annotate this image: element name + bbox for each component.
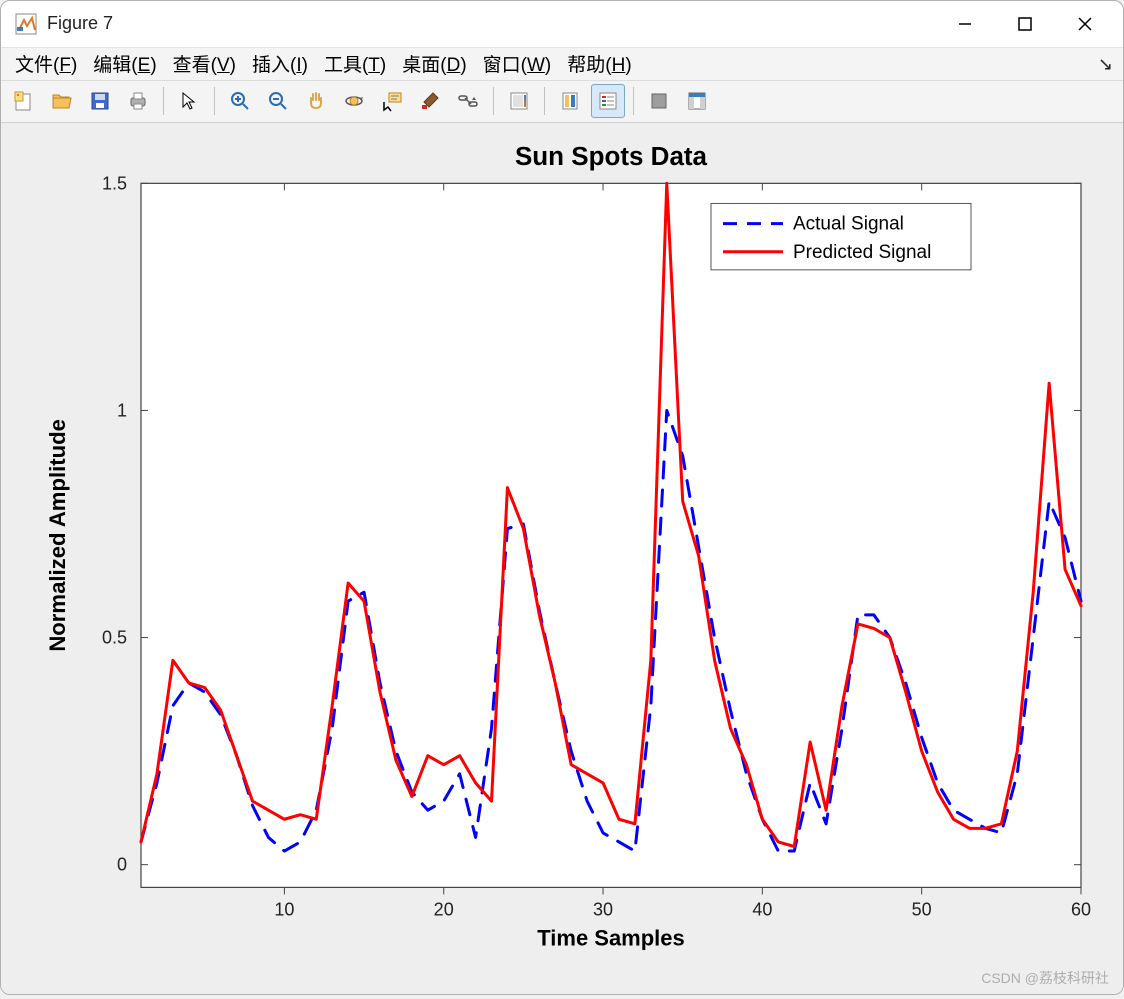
print-icon[interactable] bbox=[121, 84, 155, 118]
svg-text:60: 60 bbox=[1071, 900, 1091, 920]
menu-window[interactable]: 窗口(W) bbox=[475, 47, 560, 80]
svg-text:0.5: 0.5 bbox=[102, 628, 127, 648]
chart: Sun Spots Data 10 20 30 40 50 60 0 0.5 1 1.5 Time S… bbox=[1, 123, 1123, 994]
dock-arrow-icon[interactable]: ↘ bbox=[1098, 54, 1113, 75]
toolbar-separator bbox=[544, 87, 545, 115]
close-button[interactable] bbox=[1055, 2, 1115, 46]
toolbar-separator bbox=[633, 87, 634, 115]
menu-tools[interactable]: 工具(T) bbox=[316, 47, 394, 80]
pan-icon[interactable] bbox=[299, 84, 333, 118]
svg-text:Time Samples: Time Samples bbox=[537, 926, 684, 951]
menu-file[interactable]: 文件(F) bbox=[7, 47, 85, 80]
svg-text:50: 50 bbox=[912, 900, 932, 920]
svg-text:0: 0 bbox=[117, 855, 127, 875]
pointer-icon[interactable] bbox=[172, 84, 206, 118]
menu-desktop[interactable]: 桌面(D) bbox=[394, 47, 474, 80]
svg-text:40: 40 bbox=[752, 900, 772, 920]
insert-legend-icon[interactable] bbox=[591, 84, 625, 118]
save-icon[interactable] bbox=[83, 84, 117, 118]
menu-edit[interactable]: 编辑(E) bbox=[85, 47, 164, 80]
colorbar-icon[interactable] bbox=[502, 84, 536, 118]
titlebar: Figure 7 bbox=[1, 1, 1123, 47]
insert-colorbar-icon[interactable] bbox=[553, 84, 587, 118]
link-icon[interactable] bbox=[451, 84, 485, 118]
svg-text:Predicted Signal: Predicted Signal bbox=[793, 242, 931, 263]
minimize-button[interactable] bbox=[935, 2, 995, 46]
rotate3d-icon[interactable] bbox=[337, 84, 371, 118]
menu-insert[interactable]: 插入(I) bbox=[244, 47, 316, 80]
svg-text:1: 1 bbox=[117, 400, 127, 420]
toolbar-separator bbox=[163, 87, 164, 115]
menu-view[interactable]: 查看(V) bbox=[165, 47, 244, 80]
menu-help[interactable]: 帮助(H) bbox=[559, 47, 639, 80]
toolbar-separator bbox=[214, 87, 215, 115]
svg-text:Actual Signal: Actual Signal bbox=[793, 214, 904, 235]
show-plot-tools-icon[interactable] bbox=[680, 84, 714, 118]
matlab-icon bbox=[15, 13, 37, 35]
zoom-out-icon[interactable] bbox=[261, 84, 295, 118]
hide-plot-tools-icon[interactable] bbox=[642, 84, 676, 118]
toolbar bbox=[1, 81, 1123, 123]
new-figure-icon[interactable] bbox=[7, 84, 41, 118]
svg-text:30: 30 bbox=[593, 900, 613, 920]
menubar: 文件(F) 编辑(E) 查看(V) 插入(I) 工具(T) 桌面(D) 窗口(W… bbox=[1, 47, 1123, 81]
figure-window: Figure 7 文件(F) 编辑(E) 查看(V) 插入(I) 工具(T) 桌… bbox=[0, 0, 1124, 995]
data-cursor-icon[interactable] bbox=[375, 84, 409, 118]
svg-text:20: 20 bbox=[434, 900, 454, 920]
svg-text:10: 10 bbox=[274, 900, 294, 920]
maximize-button[interactable] bbox=[995, 2, 1055, 46]
window-title: Figure 7 bbox=[47, 13, 113, 34]
open-icon[interactable] bbox=[45, 84, 79, 118]
svg-text:1.5: 1.5 bbox=[102, 173, 127, 193]
zoom-in-icon[interactable] bbox=[223, 84, 257, 118]
svg-text:Sun Spots Data: Sun Spots Data bbox=[515, 141, 708, 171]
svg-text:Normalized Amplitude: Normalized Amplitude bbox=[45, 419, 70, 652]
plot-area[interactable]: Sun Spots Data 10 20 30 40 50 60 0 0.5 1 1.5 Time S… bbox=[1, 123, 1123, 994]
toolbar-separator bbox=[493, 87, 494, 115]
window-controls bbox=[935, 2, 1115, 46]
brush-icon[interactable] bbox=[413, 84, 447, 118]
watermark: CSDN @荔枝科研社 bbox=[981, 968, 1109, 988]
